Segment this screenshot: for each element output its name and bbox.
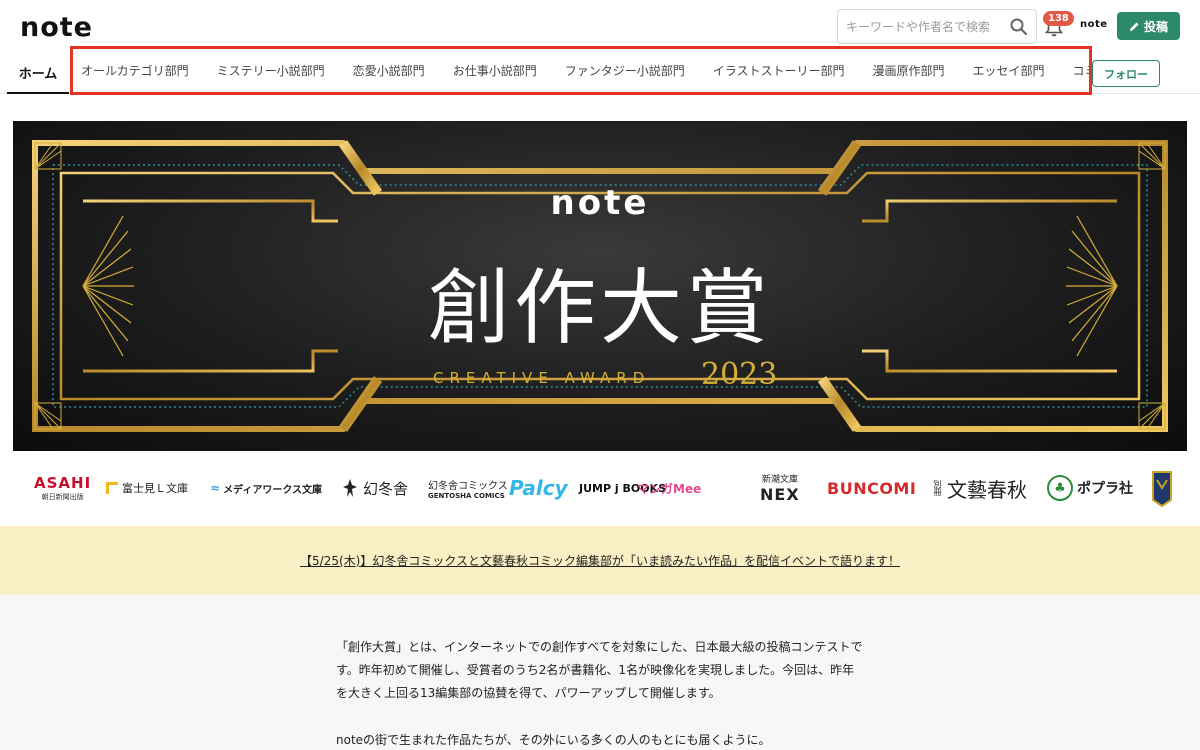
tab-category[interactable]: ファンタジー小説部門 — [551, 62, 699, 79]
gentosha-comics-en: GENTOSHA COMICS — [428, 491, 505, 500]
tab-category[interactable]: お仕事小説部門 — [439, 62, 551, 79]
award-banner[interactable]: note 創作大賞 CREATIVE AWARD 2023 — [13, 121, 1187, 451]
tab-category[interactable]: コミック — [1059, 62, 1089, 79]
asahi-subtext: 朝日新聞出版 — [41, 493, 84, 501]
shincho-wordmark: 新潮文庫 — [761, 475, 798, 485]
gentosha-comics-wordmark: 幻冬舎コミックス — [428, 480, 508, 492]
banner-title: 創作大賞 — [427, 261, 772, 356]
gentosha-wordmark: 幻冬舎 — [363, 479, 409, 498]
banner-note-logo: note — [550, 183, 650, 223]
sponsor-palcy-logo[interactable]: Palcy — [509, 462, 568, 514]
notification-badge: 138 — [1043, 11, 1074, 26]
note-logo[interactable]: note — [20, 12, 93, 43]
bungei-wordmark: 文藝春秋 — [947, 477, 1027, 502]
search-input[interactable] — [846, 17, 1006, 37]
follow-button[interactable]: フォロー — [1092, 60, 1160, 87]
tree-icon: ♣ — [1047, 475, 1073, 501]
description-paragraph-2: noteの街で生まれた作品たちが、その外にいる多くの人のもとにも届くように。 — [336, 733, 771, 747]
top-header: note 138 note 投稿 — [0, 0, 1200, 52]
description-section: 「創作大賞」とは、インターネットでの創作すべてを対象にした、日本最大級の投稿コン… — [0, 595, 1200, 750]
pencil-icon — [1129, 22, 1139, 31]
tab-category[interactable]: エッセイ部門 — [959, 62, 1059, 79]
tab-category[interactable]: 漫画原作部門 — [858, 62, 958, 79]
banner-year: 2023 — [701, 357, 778, 392]
description-paragraph-1: 「創作大賞」とは、インターネットでの創作すべてを対象にした、日本最大級の投稿コン… — [336, 640, 863, 700]
search-icon[interactable] — [1009, 17, 1029, 37]
user-avatar[interactable]: note — [1080, 19, 1108, 30]
sponsor-shincho-nex-logo[interactable]: 新潮文庫 NEX — [760, 462, 800, 514]
tab-home[interactable]: ホーム — [7, 52, 69, 94]
fujimi-wordmark: 富士見Ｌ文庫 — [122, 482, 188, 495]
sponsor-emblem-logo[interactable] — [1151, 462, 1173, 514]
sponsor-logos: ASAHI 朝日新聞出版 富士見Ｌ文庫 ≈ メディアワークス文庫 幻冬舎 幻冬舎… — [0, 462, 1200, 514]
highlighted-category-tabs: オールカテゴリ部門 ミステリー小説部門 恋愛小説部門 お仕事小説部門 ファンタジ… — [70, 46, 1092, 95]
sponsor-mediaworks-logo[interactable]: ≈ メディアワークス文庫 — [210, 462, 322, 514]
tab-category[interactable]: 恋愛小説部門 — [339, 62, 439, 79]
mediaworks-wordmark: メディアワークス文庫 — [223, 484, 323, 496]
sponsor-asahi-logo[interactable]: ASAHI 朝日新聞出版 — [34, 462, 91, 514]
sponsor-bunshun-logo[interactable]: 別冊 文藝春秋 — [932, 462, 1027, 514]
post-button-label: 投稿 — [1143, 19, 1168, 34]
event-notice-link[interactable]: 【5/25(木)】幻冬舎コミックスと文藝春秋コミック編集部が「いま読みたい作品」… — [300, 552, 900, 569]
bessatsu-label: 別冊 — [933, 480, 942, 496]
sponsor-gentosha-comics-logo[interactable]: 幻冬舎コミックス GENTOSHA COMICS — [428, 462, 508, 514]
wave-icon: ≈ — [210, 481, 221, 495]
nex-wordmark: NEX — [760, 485, 800, 504]
search-box[interactable] — [837, 9, 1037, 44]
poplar-wordmark: ポプラ社 — [1077, 481, 1133, 497]
banner-subtitle: CREATIVE AWARD — [433, 369, 651, 387]
event-notice-bar: 【5/25(木)】幻冬舎コミックスと文藝春秋コミック編集部が「いま読みたい作品」… — [0, 526, 1200, 595]
tab-category[interactable]: ミステリー小説部門 — [203, 62, 339, 79]
sponsor-fujimi-logo[interactable]: 富士見Ｌ文庫 — [106, 462, 188, 514]
sponsor-gentosha-logo[interactable]: 幻冬舎 — [341, 462, 408, 514]
sponsor-manga-mee-logo[interactable]: マンガMee — [637, 462, 701, 514]
shield-emblem-icon — [1152, 471, 1172, 508]
asahi-wordmark: ASAHI — [34, 474, 92, 492]
category-list: オールカテゴリ部門 ミステリー小説部門 恋愛小説部門 お仕事小説部門 ファンタジ… — [73, 49, 1089, 92]
fujimi-mark-icon — [106, 482, 118, 494]
category-tabs: ホーム オールカテゴリ部門 ミステリー小説部門 恋愛小説部門 お仕事小説部門 フ… — [0, 46, 1200, 95]
sponsor-buncomi-logo[interactable]: BUNCOMI — [827, 462, 916, 514]
tab-category[interactable]: イラストストーリー部門 — [699, 62, 859, 79]
tab-category[interactable]: オールカテゴリ部門 — [73, 62, 203, 79]
archer-icon — [343, 479, 357, 497]
post-button[interactable]: 投稿 — [1117, 12, 1180, 40]
sponsor-poplar-logo[interactable]: ♣ ポプラ社 — [1047, 462, 1133, 514]
